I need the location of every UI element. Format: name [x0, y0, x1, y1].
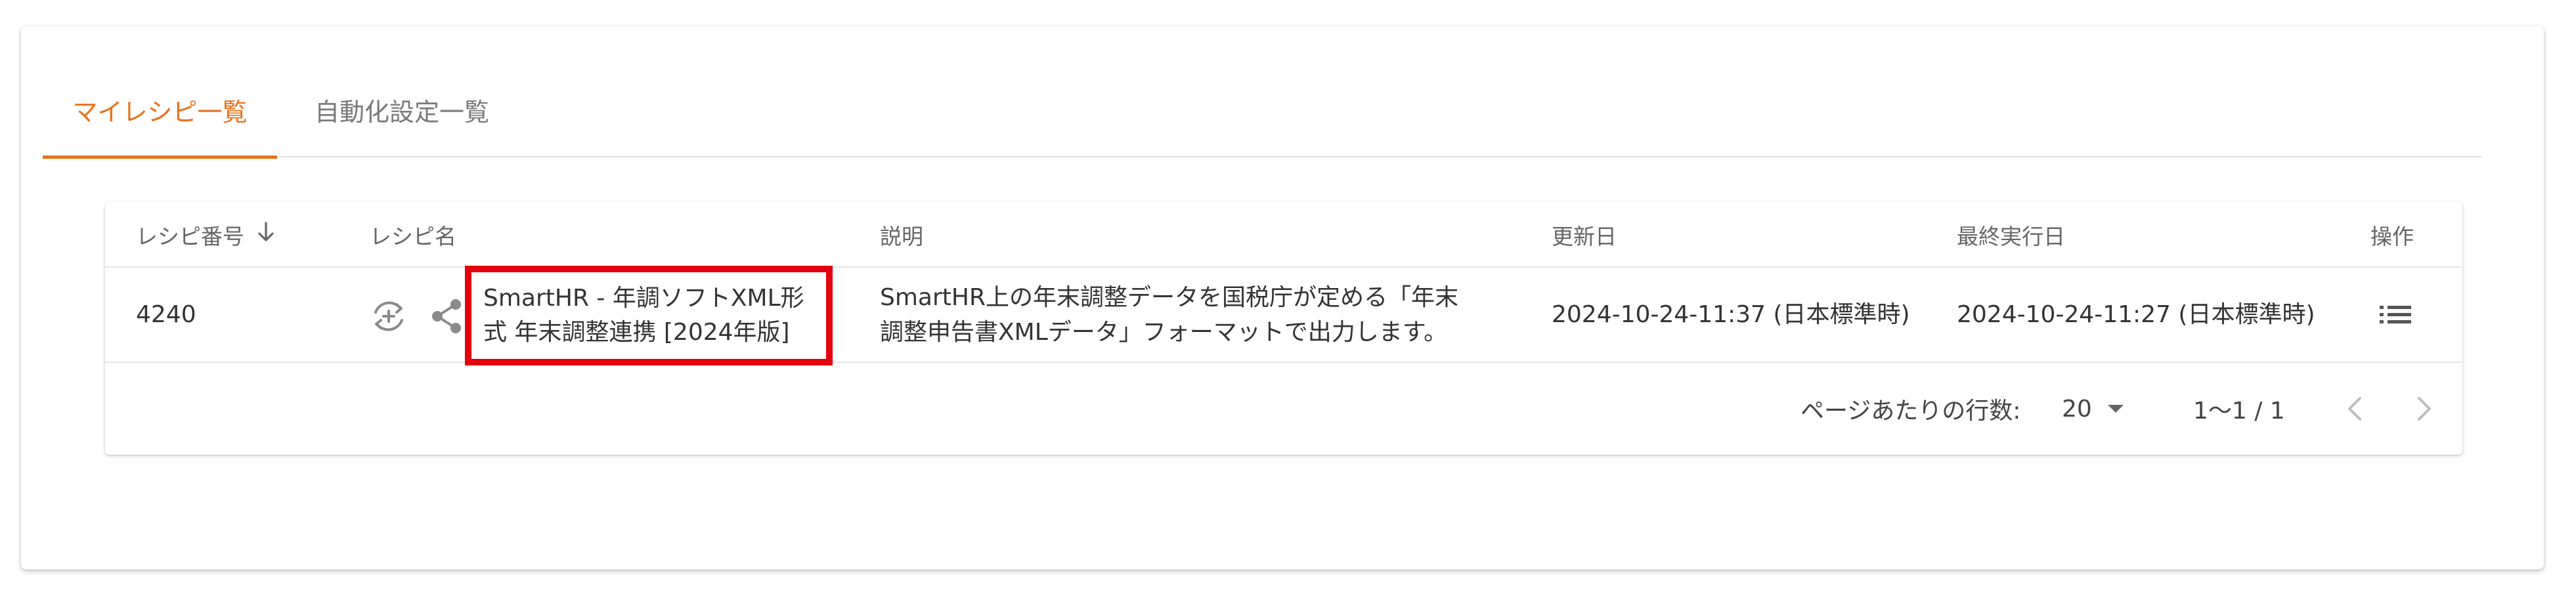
header-recipe-number[interactable]: レシピ番号: [136, 202, 276, 268]
table-header: レシピ番号 レシピ名 説明 更新日 最終実行日 操作: [105, 202, 2462, 268]
recipe-number: 4240: [136, 301, 196, 329]
tab-bar: マイレシピ一覧 自動化設定一覧: [43, 62, 2482, 159]
header-recipe-name: レシピ名: [370, 224, 456, 249]
rows-per-page-label: ページあたりの行数:: [1801, 398, 2021, 425]
tab-automation-settings[interactable]: 自動化設定一覧: [277, 62, 527, 157]
arrow-down-icon[interactable]: [256, 221, 276, 249]
header-actions: 操作: [2370, 224, 2414, 249]
pagination-range: 1〜1 / 1: [2193, 398, 2285, 425]
rows-per-page-select[interactable]: 20: [2062, 363, 2125, 455]
recipe-description-line1: SmartHR上の年末調整データを国税庁が定める「年末: [880, 284, 1458, 312]
recipe-table: レシピ番号 レシピ名 説明 更新日 最終実行日 操作 4240 SmartHR …: [105, 202, 2462, 455]
chevron-left-icon[interactable]: [2346, 363, 2364, 455]
rows-per-page-value: 20: [2062, 395, 2092, 423]
recipe-description: SmartHR上の年末調整データを国税庁が定める「年末 調整申告書XMLデータ」…: [880, 268, 1458, 363]
recipe-description-line2: 調整申告書XMLデータ」フォーマットで出力します。: [880, 318, 1448, 346]
recipe-updated: 2024-10-24-11:37 (日本標準時): [1552, 301, 1910, 329]
chevron-right-icon[interactable]: [2415, 363, 2434, 455]
header-recipe-number-label: レシピ番号: [136, 224, 244, 249]
pagination: ページあたりの行数: 20 1〜1 / 1: [105, 363, 2462, 455]
header-updated: 更新日: [1552, 224, 1617, 249]
tab-my-recipes[interactable]: マイレシピ一覧: [43, 62, 277, 159]
recipe-last-run: 2024-10-24-11:27 (日本標準時): [1957, 301, 2315, 329]
recipe-name-link[interactable]: SmartHR - 年調ソフトXML形 式 年末調整連携 [2024年版]: [465, 266, 833, 365]
list-menu-icon[interactable]: [2377, 299, 2414, 331]
share-icon[interactable]: [428, 297, 465, 336]
header-description: 説明: [880, 224, 923, 249]
header-last-run: 最終実行日: [1957, 224, 2065, 249]
recipe-name-line2: 式 年末調整連携 [2024年版]: [483, 319, 790, 346]
caret-down-icon: [2107, 404, 2125, 414]
sync-add-icon[interactable]: [368, 295, 410, 337]
recipe-name-line1: SmartHR - 年調ソフトXML形: [483, 284, 804, 312]
table-row[interactable]: 4240 SmartHR - 年調ソフトXML形 式 年末調整連携 [2024年…: [105, 266, 2462, 365]
